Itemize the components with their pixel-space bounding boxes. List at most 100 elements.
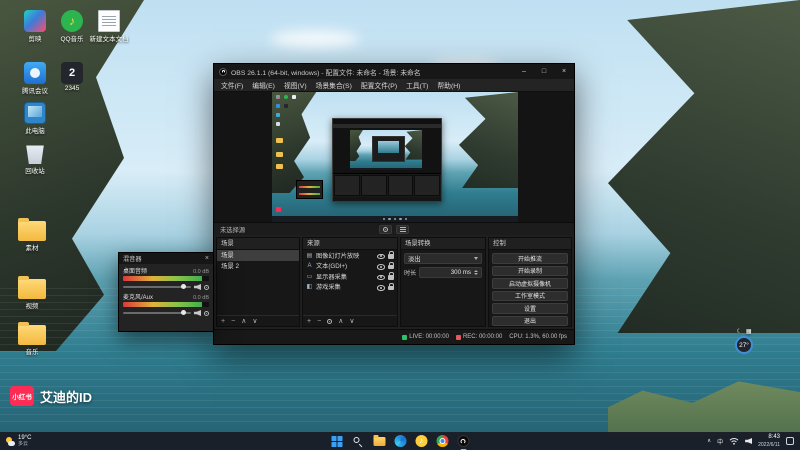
desktop-icon-this-pc[interactable]: 此电脑	[15, 102, 55, 135]
desktop-icon-app2[interactable]: 2 2345	[52, 62, 92, 92]
mini-obs-preview	[333, 128, 441, 173]
obs-titlebar[interactable]: OBS 26.1.1 (64-bit, windows) - 配置文件: 未命名…	[214, 64, 574, 79]
menu-scene-collection[interactable]: 场景集合(S)	[316, 80, 352, 90]
channel-db: 0.0 dB	[193, 269, 209, 275]
taskbar-weather[interactable]: 19°C 多云	[0, 432, 37, 450]
visibility-eye-icon[interactable]	[377, 262, 385, 269]
volume-slider[interactable]	[123, 286, 191, 288]
search-button[interactable]	[352, 435, 365, 448]
menu-view[interactable]: 视图(V)	[284, 80, 307, 90]
mini-obs-window	[332, 118, 442, 202]
speaker-icon[interactable]	[194, 310, 201, 316]
slider-knob[interactable]	[181, 310, 186, 315]
channel-gear-icon[interactable]	[204, 285, 209, 290]
channel-gear-icon[interactable]	[204, 311, 209, 316]
filters-button[interactable]	[396, 225, 409, 234]
add-source-button[interactable]: +	[307, 318, 311, 325]
duration-spinner[interactable]: 300 ms	[419, 267, 482, 278]
source-item[interactable]: ▭ 显示器采集	[303, 271, 397, 282]
exit-button[interactable]: 退出	[492, 316, 568, 327]
notification-icon[interactable]	[786, 437, 794, 445]
settings-button[interactable]: 设置	[492, 303, 568, 314]
visibility-eye-icon[interactable]	[377, 252, 385, 259]
icon-label: 腾讯会议	[22, 85, 48, 95]
taskbar-clock[interactable]: 8:43 2022/6/11	[758, 434, 780, 447]
transitions-dock-title: 场景转换	[401, 238, 485, 250]
folder-icon	[373, 437, 385, 446]
transition-selected-value: 淡出	[408, 254, 421, 263]
obs-menubar: 文件(F) 编辑(E) 视图(V) 场景集合(S) 配置文件(P) 工具(T) …	[214, 79, 574, 92]
volume-meter	[123, 302, 209, 307]
remove-scene-button[interactable]: −	[231, 318, 235, 325]
remove-source-button[interactable]: −	[317, 318, 321, 325]
lock-icon[interactable]	[388, 254, 394, 259]
xiaohongshu-logo: 小红书	[10, 386, 34, 406]
desktop-icon-meeting[interactable]: 腾讯会议	[15, 62, 55, 95]
desktop-icon-folder-2[interactable]: 视频	[12, 276, 52, 310]
stream-watermark: 小红书 艾迪的ID	[10, 386, 92, 406]
volume-slider[interactable]	[123, 312, 191, 314]
menu-file[interactable]: 文件(F)	[221, 80, 243, 90]
obs-preview-area[interactable]	[214, 92, 574, 222]
menu-profile[interactable]: 配置文件(P)	[361, 80, 397, 90]
file-explorer-button[interactable]	[373, 435, 386, 448]
scene-down-button[interactable]: ∨	[252, 317, 257, 325]
temperature-widget[interactable]: ☾ ▦ 27°	[735, 328, 753, 354]
edge-button[interactable]	[394, 435, 407, 448]
source-up-button[interactable]: ∧	[338, 317, 343, 325]
virtual-camera-button[interactable]: 启动虚拟摄像机	[492, 278, 568, 289]
temperature-ball[interactable]: 27°	[735, 336, 753, 354]
widget-icons: ☾ ▦	[736, 328, 751, 335]
lock-icon[interactable]	[388, 265, 394, 270]
maximize-button[interactable]: □	[534, 64, 554, 79]
channel-name: 桌面音频	[123, 266, 147, 275]
obs-taskbar-button[interactable]	[457, 435, 470, 448]
start-recording-button[interactable]: 开始录制	[492, 266, 568, 277]
menu-tools[interactable]: 工具(T)	[406, 80, 428, 90]
mixer-close-icon[interactable]: ×	[205, 255, 209, 262]
close-button[interactable]: ×	[554, 64, 574, 79]
add-scene-button[interactable]: +	[221, 318, 225, 325]
volume-icon[interactable]	[745, 438, 752, 444]
ime-indicator[interactable]: 中	[717, 437, 723, 446]
performance-status: CPU: 1.3%, 60.00 fps	[509, 334, 567, 340]
lock-icon[interactable]	[388, 286, 394, 291]
desktop-icon-jianying[interactable]: 剪映	[15, 10, 55, 43]
music-app-icon: ♪	[415, 435, 427, 447]
mini-folder-icon	[276, 152, 283, 157]
properties-button[interactable]	[379, 225, 392, 234]
tray-expand-button[interactable]: ∧	[707, 438, 711, 444]
wifi-icon[interactable]	[729, 437, 739, 445]
music-app-button[interactable]: ♪	[415, 435, 428, 448]
studio-mode-button[interactable]: 工作室模式	[492, 291, 568, 302]
scene-up-button[interactable]: ∧	[241, 317, 246, 325]
scene-item[interactable]: 场景	[217, 250, 299, 261]
source-down-button[interactable]: ∨	[349, 317, 354, 325]
scene-item[interactable]: 场景 2	[217, 261, 299, 272]
lock-icon[interactable]	[388, 275, 394, 280]
source-item[interactable]: ◧ 游戏采集	[303, 282, 397, 293]
streamer-id: 艾迪的ID	[40, 387, 92, 406]
desktop-icon-qqmusic[interactable]: ♪ QQ音乐	[52, 10, 92, 43]
visibility-eye-icon[interactable]	[377, 283, 385, 290]
sources-dock: 来源 ▤ 图像幻灯片放映 A 文本(GDI+)	[302, 237, 398, 327]
mixer-titlebar[interactable]: 混音器 ×	[119, 253, 213, 264]
source-item[interactable]: ▤ 图像幻灯片放映	[303, 250, 397, 261]
source-properties-gear-icon[interactable]	[327, 319, 332, 324]
obs-statusbar: LIVE: 00:00:00 REC: 00:00:00 CPU: 1.3%, …	[214, 329, 574, 344]
minimize-button[interactable]: –	[514, 64, 534, 79]
desktop-icon-folder-3[interactable]: 音乐	[12, 322, 52, 356]
chrome-button[interactable]	[436, 435, 449, 448]
start-button[interactable]	[331, 435, 344, 448]
desktop-icon-folder-1[interactable]: 素材	[12, 218, 52, 252]
transition-select[interactable]: 淡出	[404, 253, 482, 264]
start-streaming-button[interactable]: 开始推流	[492, 253, 568, 264]
source-item[interactable]: A 文本(GDI+)	[303, 261, 397, 272]
menu-help[interactable]: 帮助(H)	[437, 80, 460, 90]
visibility-eye-icon[interactable]	[377, 273, 385, 280]
slider-knob[interactable]	[181, 284, 186, 289]
desktop-icon-recycle-bin[interactable]: 回收站	[15, 142, 55, 175]
mini-dock	[388, 175, 414, 196]
desktop-icon-textdoc[interactable]: 新建文本文档	[89, 10, 129, 43]
menu-edit[interactable]: 编辑(E)	[252, 80, 275, 90]
